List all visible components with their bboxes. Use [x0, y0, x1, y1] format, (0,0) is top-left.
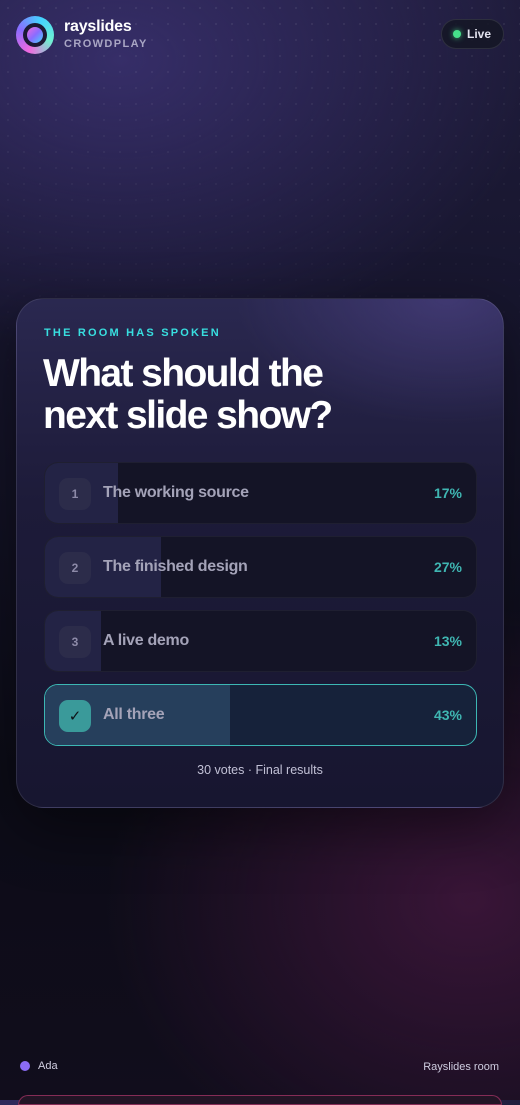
brand-logo-icon [16, 16, 54, 54]
current-user: Ada [20, 1060, 58, 1072]
option-label: A live demo [103, 632, 189, 649]
poll-option-1[interactable]: 1 The working source 17% [44, 462, 477, 524]
option-number-badge: 1 [59, 478, 91, 510]
user-name: Ada [38, 1060, 58, 1072]
option-percent: 13% [433, 633, 462, 649]
poll-question-line-2: next slide show? [43, 394, 333, 437]
poll-question: What should the next slide show? [43, 353, 443, 437]
poll-option-3[interactable]: 3 A live demo 13% [44, 610, 477, 672]
option-number-badge: 3 [59, 626, 91, 658]
room-name: Rayslides room [423, 1061, 499, 1073]
brand-subtitle: CROWDPLAY [64, 38, 148, 50]
option-percent: 43% [433, 707, 462, 723]
live-label: Live [466, 27, 491, 41]
checkmark-icon: ✓ [59, 700, 91, 732]
option-label: All three [103, 706, 165, 723]
poll-options: 1 The working source 17% 2 The finished … [44, 462, 477, 758]
poll-eyebrow: THE ROOM HAS SPOKEN [44, 327, 221, 339]
live-dot-icon [452, 30, 461, 38]
poll-results-card: THE ROOM HAS SPOKEN What should the next… [16, 298, 504, 808]
option-percent: 27% [433, 559, 462, 575]
app-header: rayslides CROWDPLAY Live [16, 16, 504, 56]
poll-summary: 30 votes · Final results [197, 763, 323, 777]
poll-question-line-1: What should the [43, 352, 324, 395]
poll-option-4-selected[interactable]: ✓ All three 43% [44, 684, 477, 746]
option-label: The working source [103, 484, 249, 501]
live-status-badge: Live [440, 19, 504, 49]
brand-name: rayslides [64, 18, 132, 35]
option-number-badge: 2 [59, 552, 91, 584]
option-percent: 17% [433, 485, 462, 501]
bottom-sheet-edge[interactable] [18, 1095, 502, 1105]
user-avatar-dot-icon [20, 1061, 30, 1071]
poll-option-2[interactable]: 2 The finished design 27% [44, 536, 477, 598]
option-label: The finished design [103, 558, 248, 575]
